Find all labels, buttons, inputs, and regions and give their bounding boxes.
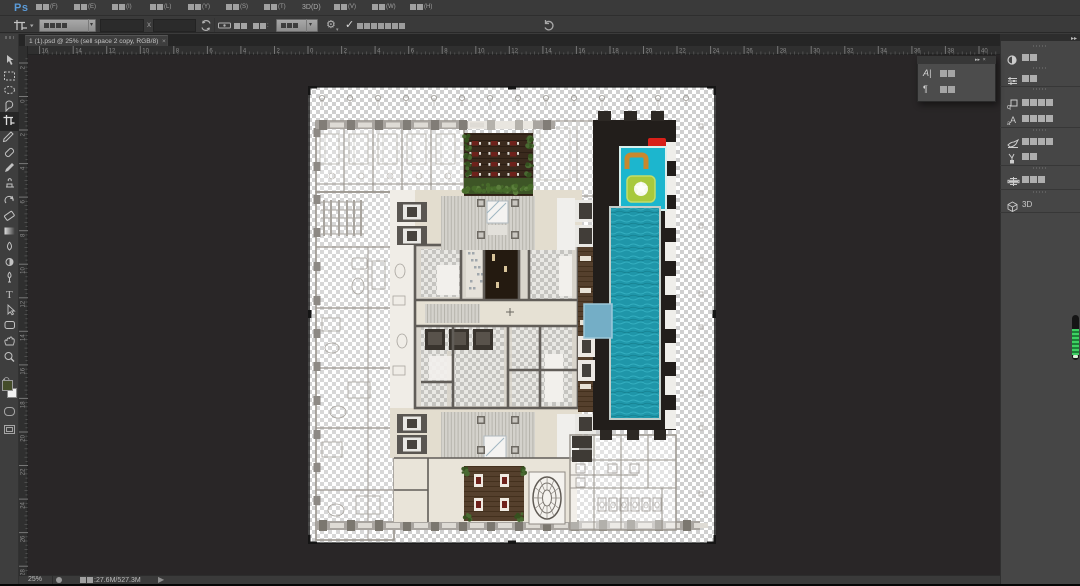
svg-text:q: q — [1007, 104, 1011, 110]
svg-text:A: A — [1010, 115, 1016, 125]
svg-text:T: T — [6, 289, 13, 301]
